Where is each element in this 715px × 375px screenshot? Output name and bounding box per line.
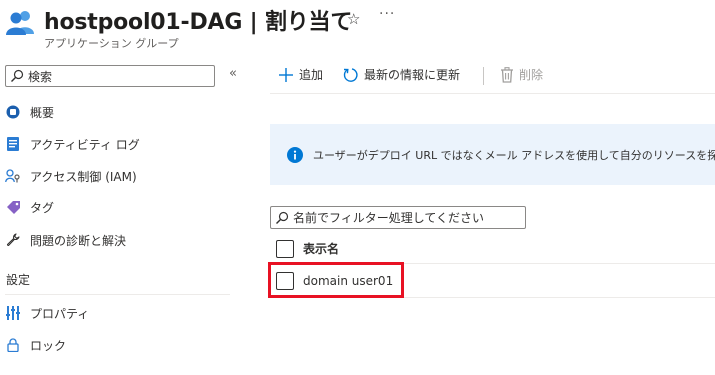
sidebar-item-label: アクセス制御 (IAM): [30, 169, 137, 184]
filter-placeholder: 名前でフィルター処理してください: [293, 211, 485, 225]
sidebar-item-label: 概要: [30, 105, 55, 120]
lock-icon: [5, 337, 21, 353]
search-icon: [276, 211, 289, 224]
add-button[interactable]: 追加: [278, 66, 323, 83]
trash-icon: [500, 66, 514, 83]
delete-button[interactable]: 削除: [500, 66, 543, 83]
refresh-icon: [343, 67, 359, 83]
search-icon: [11, 69, 24, 82]
info-icon: [287, 146, 303, 163]
toolbar-separator: [483, 67, 484, 85]
select-all-checkbox[interactable]: [276, 239, 294, 258]
plus-icon: [278, 67, 294, 83]
users-group-icon: [6, 11, 34, 35]
info-banner: ユーザーがデプロイ URL ではなくメール アドレスを使用して自分のリソースを探…: [270, 124, 715, 185]
collapse-sidebar-button[interactable]: «: [229, 66, 237, 81]
section-divider: [5, 294, 230, 295]
refresh-button[interactable]: 最新の情報に更新: [343, 66, 460, 83]
filter-input[interactable]: 名前でフィルター処理してください: [270, 206, 526, 229]
sidebar-item-label: ロック: [30, 338, 67, 353]
activity-log-icon: [5, 136, 21, 152]
info-banner-text: ユーザーがデプロイ URL ではなくメール アドレスを使用して自分のリソースを探…: [313, 148, 715, 162]
sidebar-search-input[interactable]: 検索: [5, 65, 215, 87]
delete-button-label: 削除: [519, 68, 544, 82]
sidebar-item-label: アクティビティ ログ: [30, 137, 140, 152]
command-bar: 追加 最新の情報に更新 削除: [270, 62, 715, 92]
column-header-display-name[interactable]: 表示名: [303, 240, 339, 257]
sidebar-item-label: プロパティ: [30, 306, 90, 321]
access-control-icon: [5, 168, 21, 184]
star-icon[interactable]: ☆: [347, 10, 360, 28]
sidebar-item-overview[interactable]: 概要: [5, 100, 230, 124]
toolbar-divider: [270, 93, 715, 94]
sidebar-item-label: 問題の診断と解決: [30, 233, 127, 248]
highlight-box: [268, 262, 404, 298]
sidebar-item-properties[interactable]: プロパティ: [5, 301, 230, 325]
refresh-button-label: 最新の情報に更新: [364, 68, 461, 82]
wrench-icon: [5, 232, 21, 248]
sidebar-item-diagnose[interactable]: 問題の診断と解決: [5, 228, 230, 252]
overview-icon: [5, 104, 21, 120]
more-options-button[interactable]: ···: [379, 6, 395, 22]
sidebar-item-activity-log[interactable]: アクティビティ ログ: [5, 132, 230, 156]
properties-icon: [5, 305, 21, 321]
settings-section-label: 設定: [6, 273, 31, 287]
search-placeholder: 検索: [28, 69, 53, 84]
table-header: 表示名: [270, 234, 715, 264]
page-title: hostpool01-DAG | 割り当て: [44, 10, 353, 35]
page-subtitle: アプリケーション グループ: [44, 37, 179, 50]
add-button-label: 追加: [299, 68, 324, 82]
sidebar-item-access-control[interactable]: アクセス制御 (IAM): [5, 164, 230, 188]
sidebar-item-label: タグ: [30, 200, 55, 215]
sidebar-item-tags[interactable]: タグ: [5, 195, 230, 219]
page-header: hostpool01-DAG | 割り当て ☆ ··· アプリケーション グルー…: [0, 0, 715, 56]
tag-icon: [5, 199, 21, 215]
sidebar-item-lock[interactable]: ロック: [5, 333, 230, 357]
